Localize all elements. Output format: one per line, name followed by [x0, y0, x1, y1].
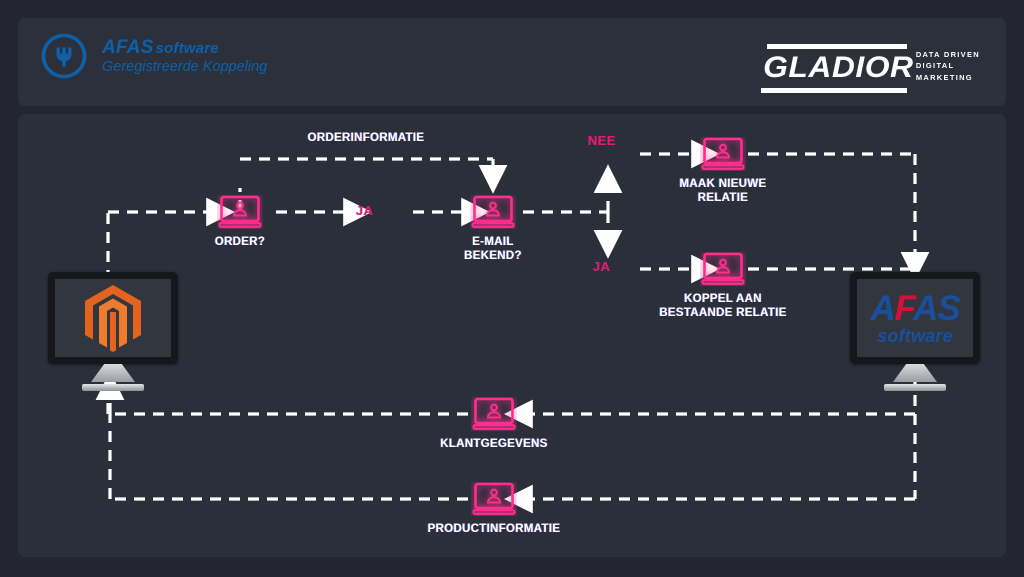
- gladior-logo: GLADIOR DATA DRIVEN DIGITAL MARKETING: [761, 44, 980, 93]
- gladior-bar-top: [767, 44, 907, 49]
- afas-subtitle: Geregistreerde Koppeling: [102, 59, 268, 76]
- plug-circle-icon: [40, 32, 88, 80]
- user-screen-icon: [217, 195, 263, 233]
- afas-monitor: AFAS software: [850, 272, 980, 391]
- diagram-screenshot: AFAS software Geregistreerde Koppeling GL…: [0, 0, 1024, 577]
- afas-registered-connector-logo: AFAS software Geregistreerde Koppeling: [40, 32, 267, 80]
- magento-monitor-neck: [91, 364, 135, 382]
- node-maak-nieuwe-relatie[interactable]: MAAK NIEUWE RELATIE: [680, 137, 766, 204]
- magento-screen: [48, 272, 178, 364]
- node-label-productinformatie: PRODUCTINFORMATIE: [427, 523, 561, 535]
- node-order[interactable]: ORDER?: [215, 195, 265, 248]
- afas-logo: AFAS software: [870, 289, 960, 346]
- afas-logo-sub: software: [877, 326, 953, 346]
- afas-logo-word: AFAS: [870, 289, 960, 328]
- branch-label-ja-email: JA: [593, 259, 611, 274]
- flow-diagram-panel: AFAS software ORDERINFORMATIE JA NEE JA: [18, 114, 1006, 557]
- user-screen-icon: [471, 482, 517, 520]
- gladior-bar-bottom: [761, 88, 907, 93]
- afas-monitor-neck: [893, 364, 937, 382]
- user-screen-icon: [470, 195, 516, 233]
- user-screen-icon: [700, 252, 746, 290]
- afas-brand-text: AFAS software: [102, 36, 219, 58]
- node-label-maak-nieuwe-relatie: MAAK NIEUWE RELATIE: [679, 178, 767, 205]
- flow-label-orderinformatie: ORDERINFORMATIE: [307, 132, 425, 144]
- header-panel: AFAS software Geregistreerde Koppeling GL…: [18, 18, 1006, 106]
- branch-label-ja-order: JA: [356, 203, 374, 218]
- node-label-koppel-bestaande-relatie: KOPPEL AAN BESTAANDE RELATIE: [659, 293, 787, 320]
- node-klantgegevens[interactable]: KLANTGEGEVENS: [440, 397, 547, 450]
- magento-monitor-foot: [82, 384, 144, 391]
- gladior-tagline: DATA DRIVEN DIGITAL MARKETING: [915, 50, 980, 82]
- node-label-order: ORDER?: [214, 236, 266, 248]
- user-screen-icon: [700, 137, 746, 175]
- afas-screen: AFAS software: [850, 272, 980, 364]
- node-koppel-bestaande-relatie[interactable]: KOPPEL AAN BESTAANDE RELATIE: [659, 252, 786, 319]
- branch-label-nee: NEE: [588, 133, 617, 148]
- node-productinformatie[interactable]: PRODUCTINFORMATIE: [428, 482, 560, 535]
- user-screen-icon: [471, 397, 517, 435]
- magento-monitor: [48, 272, 178, 391]
- node-label-klantgegevens: KLANTGEGEVENS: [440, 438, 548, 450]
- magento-logo: [82, 284, 144, 352]
- afas-monitor-foot: [884, 384, 946, 391]
- node-email-bekend[interactable]: E-MAIL BEKEND?: [464, 195, 522, 262]
- gladior-wordmark: GLADIOR: [763, 51, 914, 84]
- node-label-email-bekend: E-MAIL BEKEND?: [464, 236, 522, 263]
